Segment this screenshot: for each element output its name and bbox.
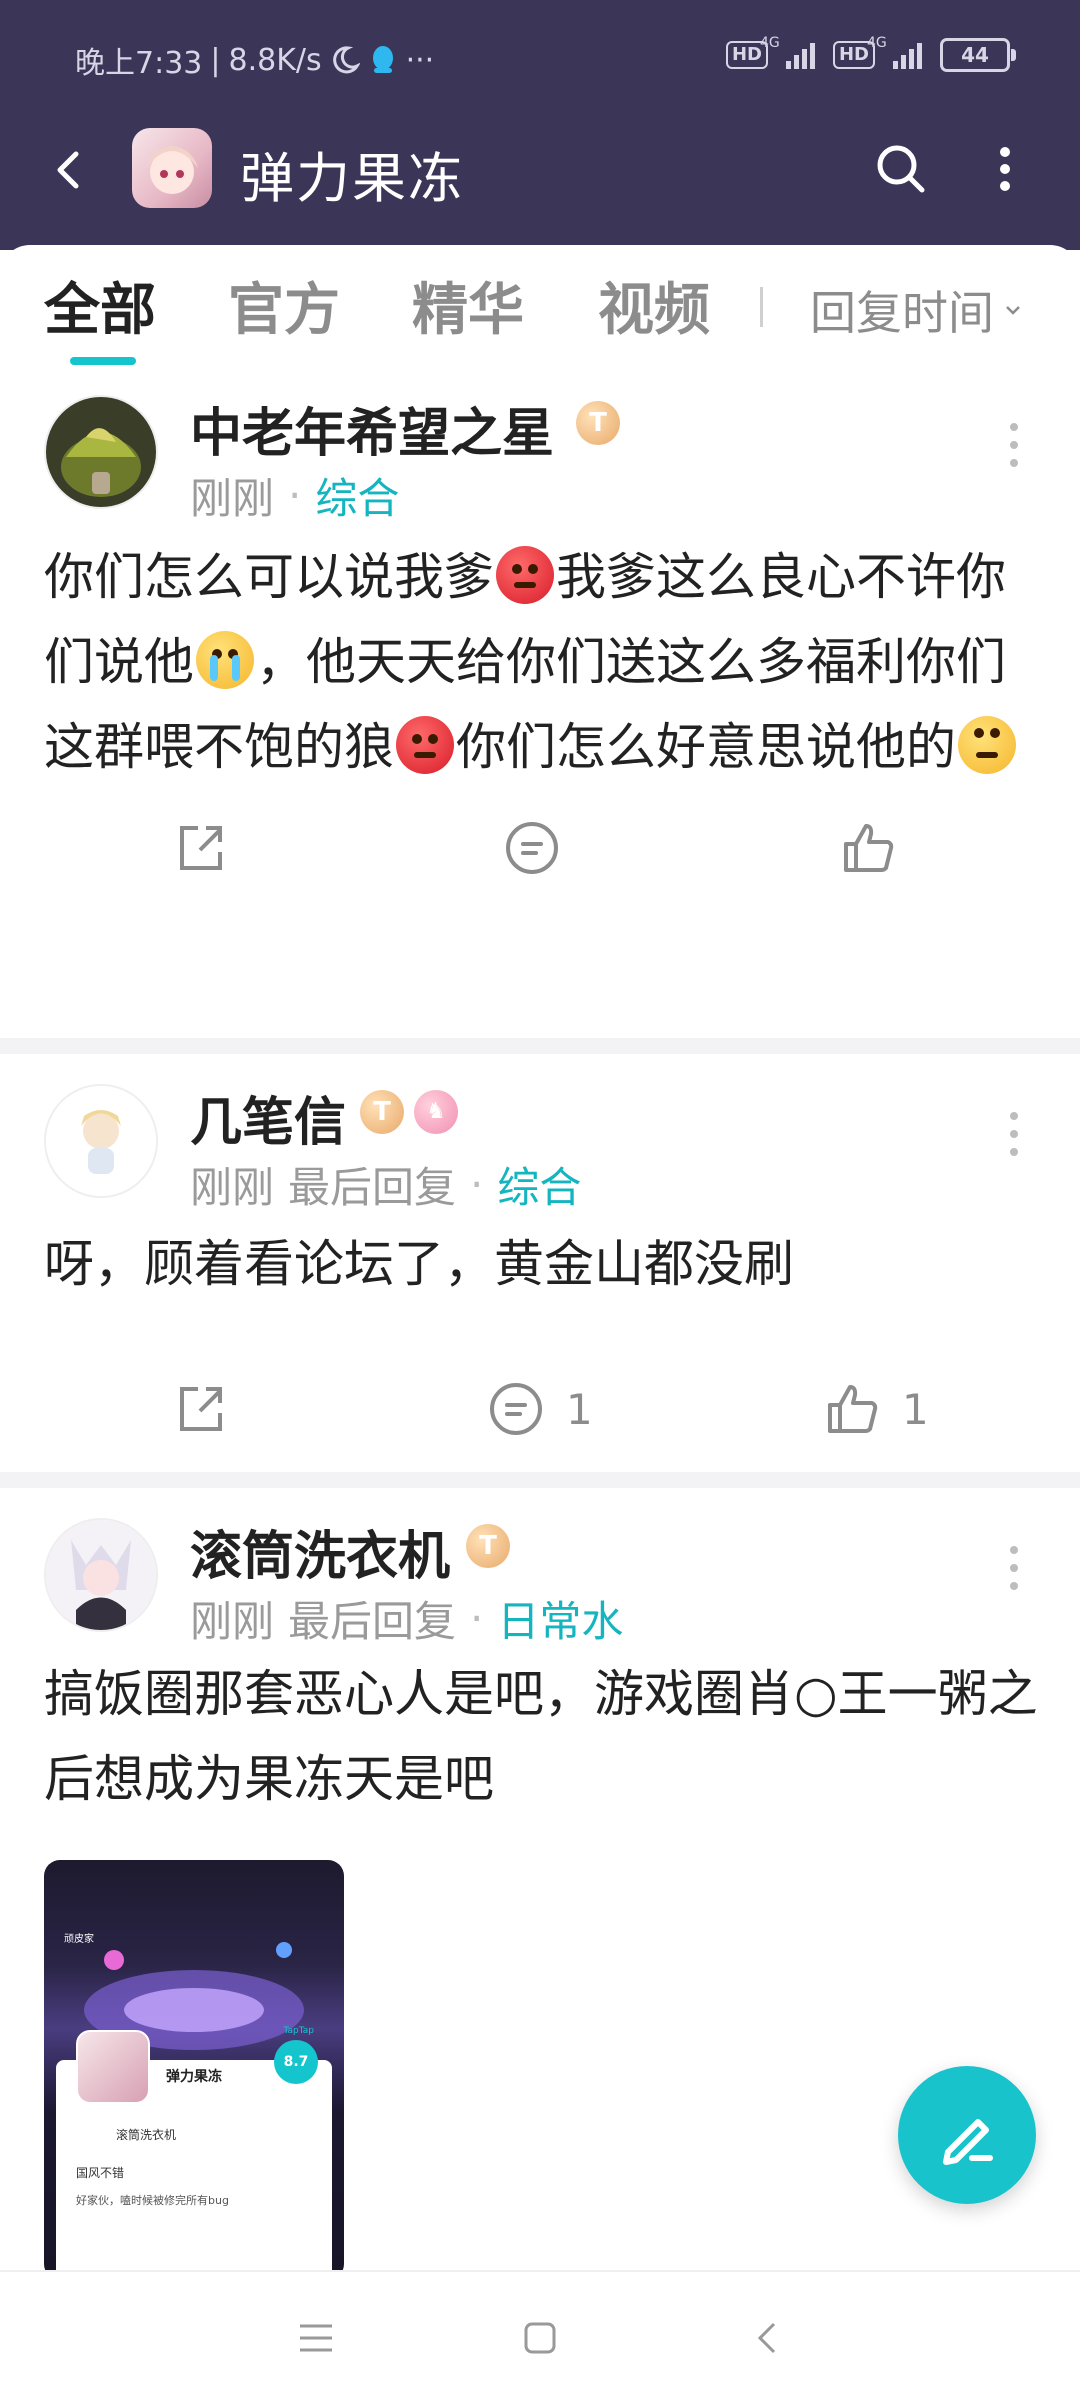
share-icon [180,826,222,870]
thumbs-up-icon [828,1385,878,1433]
image-score: 8.7 [274,2040,318,2084]
post-card[interactable]: 中老年希望之星 T 刚刚 · 综合 你们怎么可以说我爹 我爹这么良心不许你们说他，… [0,365,1080,915]
signal-icon: 4G [760,35,815,69]
level-badge: T [360,1090,404,1134]
comment-icon [506,822,558,874]
tab-divider [760,287,763,327]
sort-label: 回复时间 [810,286,994,340]
system-navigation-bar [0,2270,1080,2402]
post-actions: 1 1 [0,1364,1080,1454]
status-bar: 晚上7:33 | 8.8K/s ··· HD 4G HD 4G 44 [0,0,1080,120]
comment-button[interactable] [502,803,562,893]
post-time: 刚刚 [190,1163,275,1212]
post-actions [0,803,1080,893]
angry-emoji-icon [496,546,554,604]
post-card[interactable]: 几笔信 T ♞ 刚刚 最后回复 · 综合 呀，顾着看论坛了，黄金山都没刷 1 1 [0,1054,1080,1474]
eye-roll-emoji-icon [958,716,1016,774]
menu-icon[interactable] [288,2310,344,2366]
author-name[interactable]: 几笔信 [190,1080,346,1155]
page-title: 弹力果冻 [240,147,464,210]
crying-emoji-icon [196,631,254,689]
share-icon [180,1387,222,1431]
status-more: ··· [405,42,435,78]
more-vertical-icon[interactable] [994,1538,1034,1598]
more-vertical-icon[interactable] [994,415,1034,475]
home-icon[interactable] [512,2310,568,2366]
author-name[interactable]: 中老年希望之星 [190,391,554,466]
level-badge: T [576,401,620,445]
battery-icon: 44 [940,38,1016,72]
content-sheet: 全部 官方 精华 视频 回复时间 中老年希望之星 T 刚刚 · 综合 你们怎么可… [0,245,1080,2270]
angry-emoji-icon [396,716,454,774]
qq-icon [372,46,393,73]
compose-button[interactable] [898,2066,1036,2204]
avatar[interactable] [44,1084,158,1198]
back-arrow-icon[interactable] [40,140,100,200]
chevron-down-icon [1006,306,1020,315]
like-button[interactable]: 1 [822,1364,929,1454]
like-button[interactable] [838,803,898,893]
more-vertical-icon[interactable] [980,134,1030,204]
comment-button[interactable]: 1 [486,1364,593,1454]
avatar[interactable] [44,1518,158,1632]
image-line-2: 好家伙，嗑时候被修完所有bug [76,2194,229,2207]
tab-featured[interactable]: 精华 [412,265,524,346]
tab-all[interactable]: 全部 [44,265,156,346]
post-body: 呀，顾着看论坛了，黄金山都没刷 [44,1235,794,1293]
post-body: 你们怎么可以说我爹 我爹这么良心不许你们说他 ，他天天给你们送这么多福利你们这群喂不… [44,535,1044,790]
image-line-1: 国风不错 [76,2166,125,2180]
image-app-name: 弹力果冻 [166,2069,222,2085]
forum-avatar[interactable] [132,128,212,208]
tab-official[interactable]: 官方 [228,265,340,346]
tab-bar: 全部 官方 精华 视频 回复时间 [0,245,1080,367]
status-time: 晚上7:33 [75,46,203,81]
author-name[interactable]: 滚筒洗衣机 [190,1514,450,1589]
tab-video[interactable]: 视频 [598,265,710,346]
level-badge: T [466,1524,510,1568]
post-category[interactable]: 综合 [315,465,399,526]
image-score-label: TapTap [283,2026,314,2036]
share-button[interactable] [170,1364,230,1454]
image-app-card: 弹力果冻 8.7 TapTap 滚筒洗衣机 国风不错 好家伙，嗑时候被修完所有b… [56,2026,332,2270]
comment-icon [490,1383,542,1435]
post-category[interactable]: 日常水 [497,1588,623,1649]
sort-dropdown[interactable]: 回复时间 [810,277,1024,343]
section-divider [0,1472,1080,1488]
post-time: 刚刚 [190,474,275,523]
like-count: 1 [902,1384,929,1434]
post-body: 搞饭圈那套恶心人是吧，游戏圈肖○王一粥之后想成为果冻天是吧 [44,1665,1038,1808]
image-user: 滚筒洗衣机 [116,2128,177,2142]
more-vertical-icon[interactable] [994,1104,1034,1164]
pen-icon [943,2119,993,2165]
moon-icon [332,46,360,74]
section-divider [0,1038,1080,1054]
comment-count: 1 [566,1384,593,1434]
post-time: 刚刚 [190,1597,275,1646]
share-button[interactable] [170,803,230,893]
nav-bar: 弹力果冻 [0,120,1080,225]
post-category[interactable]: 综合 [497,1154,581,1215]
app-icon [76,2030,150,2104]
signal-icon-2: 4G [867,35,922,69]
back-icon[interactable] [740,2310,796,2366]
post-image[interactable]: 顽皮家 弹力果冻 8.7 TapTap 滚筒洗衣机 国风不错 好家伙，嗑时候被修… [44,1860,344,2270]
thumbs-up-icon [844,824,894,872]
fan-badge-icon: ♞ [414,1090,458,1134]
avatar[interactable] [44,395,158,509]
active-tab-indicator [70,357,136,365]
status-speed: 8.8K/s [228,42,322,78]
last-reply-label: 最后回复 [288,1163,457,1212]
last-reply-label: 最后回复 [288,1597,457,1646]
search-icon[interactable] [866,134,936,204]
app-header: 晚上7:33 | 8.8K/s ··· HD 4G HD 4G 44 弹力果冻 [0,0,1080,250]
